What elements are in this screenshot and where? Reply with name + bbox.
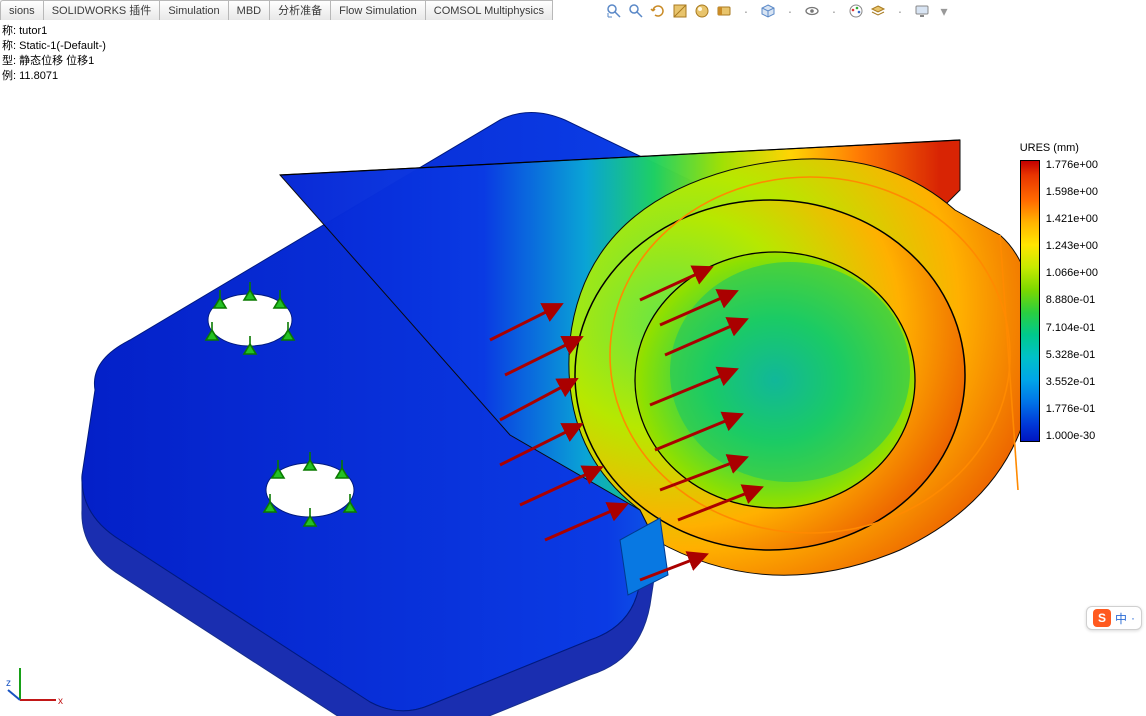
legend-tick: 8.880e-01	[1046, 295, 1098, 306]
ime-language-label: 中	[1115, 610, 1127, 627]
palette-icon[interactable]	[847, 2, 865, 20]
eye-icon[interactable]	[803, 2, 821, 20]
tab-analysis-prep[interactable]: 分析准备	[269, 0, 331, 20]
toolbar-separator: ·	[825, 2, 843, 20]
axis-z-label: z	[6, 678, 11, 689]
sogou-logo-icon: S	[1093, 609, 1111, 627]
appearance-icon[interactable]	[693, 2, 711, 20]
graphics-viewport[interactable]	[0, 20, 1146, 716]
ime-dot: ·	[1131, 611, 1135, 625]
display-style-icon[interactable]	[715, 2, 733, 20]
tab-simulation[interactable]: Simulation	[159, 0, 228, 20]
zoom-fit-icon[interactable]	[605, 2, 623, 20]
dropdown-caret-icon[interactable]: ▾	[935, 2, 953, 20]
color-legend: URES (mm) 1.776e+00 1.598e+00 1.421e+00 …	[1020, 142, 1098, 442]
command-tab-bar: sions SOLIDWORKS 插件 Simulation MBD 分析准备 …	[0, 0, 520, 20]
cube-icon[interactable]	[759, 2, 777, 20]
legend-ticks: 1.776e+00 1.598e+00 1.421e+00 1.243e+00 …	[1046, 160, 1098, 442]
toolbar-separator: ·	[781, 2, 799, 20]
monitor-icon[interactable]	[913, 2, 931, 20]
legend-tick: 1.421e+00	[1046, 214, 1098, 225]
orientation-triad[interactable]: x z	[6, 660, 66, 708]
legend-tick: 1.776e+00	[1046, 160, 1098, 171]
rotate-icon[interactable]	[649, 2, 667, 20]
zoom-area-icon[interactable]	[627, 2, 645, 20]
tab-comsol[interactable]: COMSOL Multiphysics	[425, 0, 553, 20]
layers-icon[interactable]	[869, 2, 887, 20]
legend-tick: 1.598e+00	[1046, 187, 1098, 198]
legend-color-bar	[1020, 160, 1040, 442]
legend-tick: 3.552e-01	[1046, 377, 1098, 388]
tab-solidworks-addins[interactable]: SOLIDWORKS 插件	[43, 0, 161, 20]
legend-tick: 5.328e-01	[1046, 350, 1098, 361]
toolbar-separator: ·	[737, 2, 755, 20]
tab-addins[interactable]: sions	[0, 0, 44, 20]
legend-title: URES (mm)	[1020, 142, 1098, 154]
ime-indicator[interactable]: S 中 ·	[1086, 606, 1142, 630]
fea-cylinder	[569, 159, 1036, 595]
legend-tick: 1.066e+00	[1046, 268, 1098, 279]
toolbar-separator: ·	[891, 2, 909, 20]
section-icon[interactable]	[671, 2, 689, 20]
tab-flow-simulation[interactable]: Flow Simulation	[330, 0, 426, 20]
tab-mbd[interactable]: MBD	[228, 0, 270, 20]
legend-tick: 1.776e-01	[1046, 404, 1098, 415]
legend-tick: 1.000e-30	[1046, 431, 1098, 442]
axis-x-label: x	[58, 696, 63, 707]
legend-tick: 1.243e+00	[1046, 241, 1098, 252]
view-toolbar: · · · · ▾	[605, 2, 953, 20]
legend-tick: 7.104e-01	[1046, 323, 1098, 334]
